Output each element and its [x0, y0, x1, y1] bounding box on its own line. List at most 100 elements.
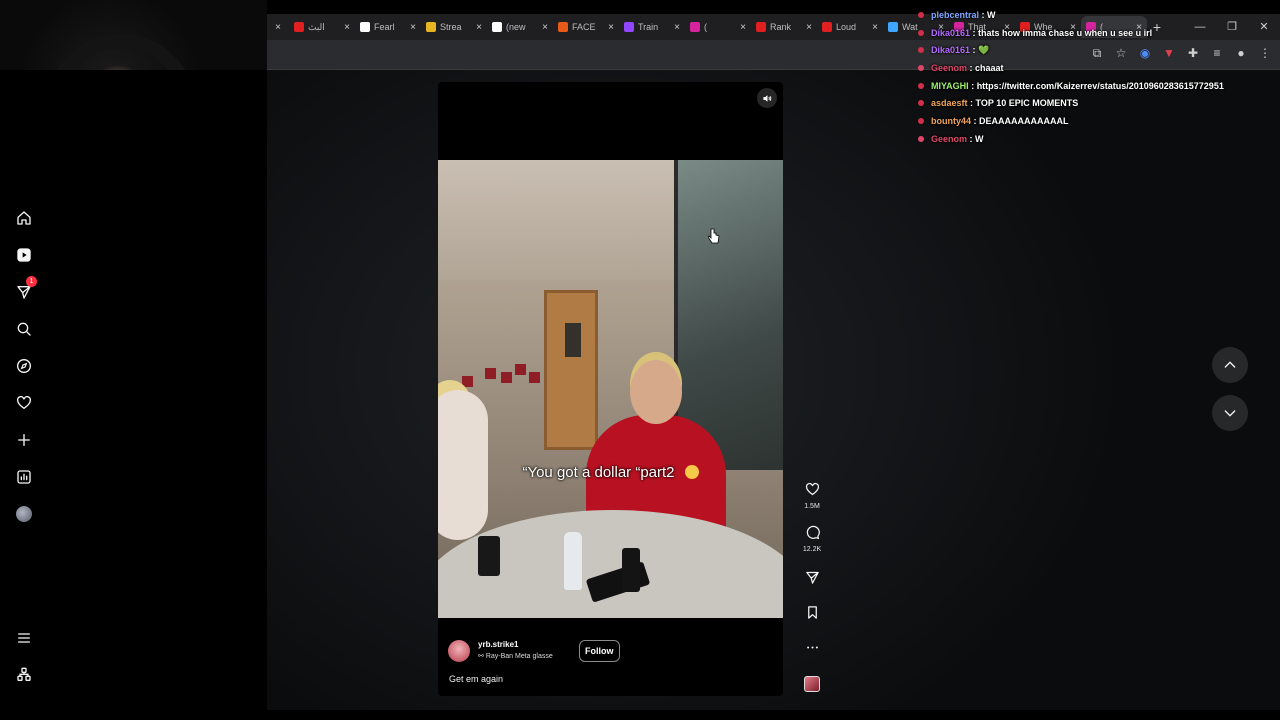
- dashboard-icon: [17, 470, 31, 484]
- share-button[interactable]: [792, 570, 832, 590]
- chat-separator: :: [968, 80, 977, 91]
- sidebar-item-messages[interactable]: 1: [12, 276, 37, 304]
- sidebar-item-more[interactable]: [12, 626, 36, 650]
- tab-favicon-icon: [492, 22, 502, 32]
- like-button[interactable]: 1.5M: [792, 482, 832, 510]
- chat-message: Geenom : W: [918, 130, 1278, 148]
- audio-thumbnail[interactable]: [804, 676, 820, 692]
- sidebar-item-notifications[interactable]: [12, 391, 36, 415]
- chat-message: bounty44 : DEAAAAAAAAAAAL: [918, 112, 1278, 130]
- chat-username: bounty44: [931, 115, 972, 126]
- chat-platform-icon: [918, 47, 924, 54]
- tab-close-icon[interactable]: ×: [275, 22, 281, 33]
- tab-favicon-icon: [822, 22, 832, 32]
- browser-tab[interactable]: FACE ×: [553, 16, 619, 38]
- chat-username: Dika0161: [931, 45, 971, 56]
- comment-button[interactable]: 12.2K: [792, 525, 832, 553]
- video-radio: [478, 536, 500, 576]
- chat-message-text: DEAAAAAAAAAAAL: [979, 115, 1069, 126]
- tab-title: Loud: [836, 22, 857, 32]
- previous-reel-button[interactable]: [1212, 347, 1248, 383]
- bookmark-icon: [807, 606, 817, 619]
- browser-tab[interactable]: البث ×: [289, 16, 355, 38]
- chat-username: asdaesft: [931, 98, 968, 109]
- sidebar-item-reels[interactable]: [12, 243, 36, 267]
- chevron-down-icon: [1224, 410, 1236, 417]
- tab-close-icon[interactable]: ×: [806, 22, 812, 33]
- video-bottle: [564, 532, 582, 590]
- chat-message-text: thats how imma chase u when u see u irl: [978, 27, 1153, 38]
- heart-icon: [805, 482, 819, 496]
- chat-separator: :: [970, 45, 979, 56]
- chat-separator: :: [967, 98, 976, 109]
- video-person-head: [630, 360, 682, 424]
- tab-close-icon[interactable]: ×: [872, 22, 878, 33]
- browser-tab[interactable]: Strea ×: [421, 16, 487, 38]
- stream-chat-overlay: plebcentral : W Dika0161 : thats how imma…: [918, 6, 1278, 148]
- tab-close-icon[interactable]: ×: [740, 22, 746, 33]
- audio-label[interactable]: ⚯ Ray-Ban Meta glasse: [478, 652, 553, 660]
- tab-close-icon[interactable]: ×: [410, 22, 416, 33]
- comment-icon: [806, 525, 820, 540]
- sidebar-item-profile[interactable]: [12, 502, 36, 526]
- tab-title: Train: [638, 22, 659, 32]
- also-from-meta-icon: [17, 667, 31, 681]
- more-button[interactable]: [792, 640, 832, 660]
- tab-close-icon[interactable]: ×: [674, 22, 680, 33]
- mute-toggle-button[interactable]: [757, 88, 777, 108]
- browser-tab[interactable]: (new ×: [487, 16, 553, 38]
- sidebar-item-dashboard[interactable]: [12, 465, 36, 489]
- browser-tab[interactable]: Train ×: [619, 16, 685, 38]
- chat-platform-icon: [918, 64, 924, 71]
- sidebar-item-home[interactable]: [12, 206, 36, 230]
- browser-tab[interactable]: ×: [267, 16, 289, 38]
- save-button[interactable]: [792, 605, 832, 625]
- browser-tab[interactable]: (×: [685, 16, 751, 38]
- tab-title: FACE: [572, 22, 596, 32]
- follow-button[interactable]: Follow: [579, 640, 620, 662]
- tab-title: (new: [506, 22, 526, 32]
- sidebar-item-explore[interactable]: [12, 354, 36, 378]
- menu-icon: [18, 633, 30, 643]
- tab-favicon-icon: [294, 22, 304, 32]
- tab-title: (: [704, 22, 707, 32]
- reel-player[interactable]: “You got a dollar “part2 yrb.strike1 ⚯ R…: [438, 82, 783, 696]
- tab-title: Rank: [770, 22, 792, 32]
- browser-tab[interactable]: Rank ×: [751, 16, 817, 38]
- chat-message-text: W: [975, 133, 984, 144]
- more-dots-icon: [806, 646, 818, 649]
- reel-video[interactable]: “You got a dollar “part2: [438, 160, 783, 618]
- video-door: [544, 290, 598, 450]
- chat-username: Geenom: [931, 62, 968, 73]
- next-reel-button[interactable]: [1212, 395, 1248, 431]
- tab-favicon-icon: [558, 22, 568, 32]
- chat-message-text: 💚: [978, 44, 990, 55]
- chat-message: plebcentral : W: [918, 6, 1278, 24]
- tab-favicon-icon: [360, 22, 370, 32]
- sidebar-item-create[interactable]: [12, 428, 36, 452]
- tab-close-icon[interactable]: ×: [476, 22, 482, 33]
- tab-favicon-icon: [426, 22, 436, 32]
- tab-favicon-icon: [624, 22, 634, 32]
- tab-favicon-icon: [756, 22, 766, 32]
- reel-caption: Get em again: [449, 674, 504, 684]
- author-avatar[interactable]: [448, 640, 470, 662]
- tab-close-icon[interactable]: ×: [344, 22, 350, 33]
- tab-close-icon[interactable]: ×: [542, 22, 548, 33]
- chat-separator: :: [970, 27, 979, 38]
- audio-label-text: Ray-Ban Meta glasse: [485, 653, 553, 660]
- browser-tab[interactable]: Loud ×: [817, 16, 883, 38]
- browser-tab[interactable]: Fearl ×: [355, 16, 421, 38]
- chat-separator: :: [967, 133, 976, 144]
- author-username[interactable]: yrb.strike1: [478, 640, 518, 649]
- chat-message: Dika0161 : thats how imma chase u when u…: [918, 24, 1278, 42]
- sidebar-item-also-from-meta[interactable]: [12, 663, 36, 687]
- sidebar-item-search[interactable]: [12, 317, 36, 341]
- chat-separator: :: [967, 62, 976, 73]
- tab-close-icon[interactable]: ×: [608, 22, 614, 33]
- tab-title: Strea: [440, 22, 462, 32]
- comment-count: 12.2K: [802, 546, 822, 553]
- sidebar-nav: 1: [0, 70, 48, 710]
- chat-message-text: https://twitter.com/Kaizerrev/status/201…: [976, 80, 1224, 91]
- video-caption-overlay: “You got a dollar “part2: [438, 464, 783, 481]
